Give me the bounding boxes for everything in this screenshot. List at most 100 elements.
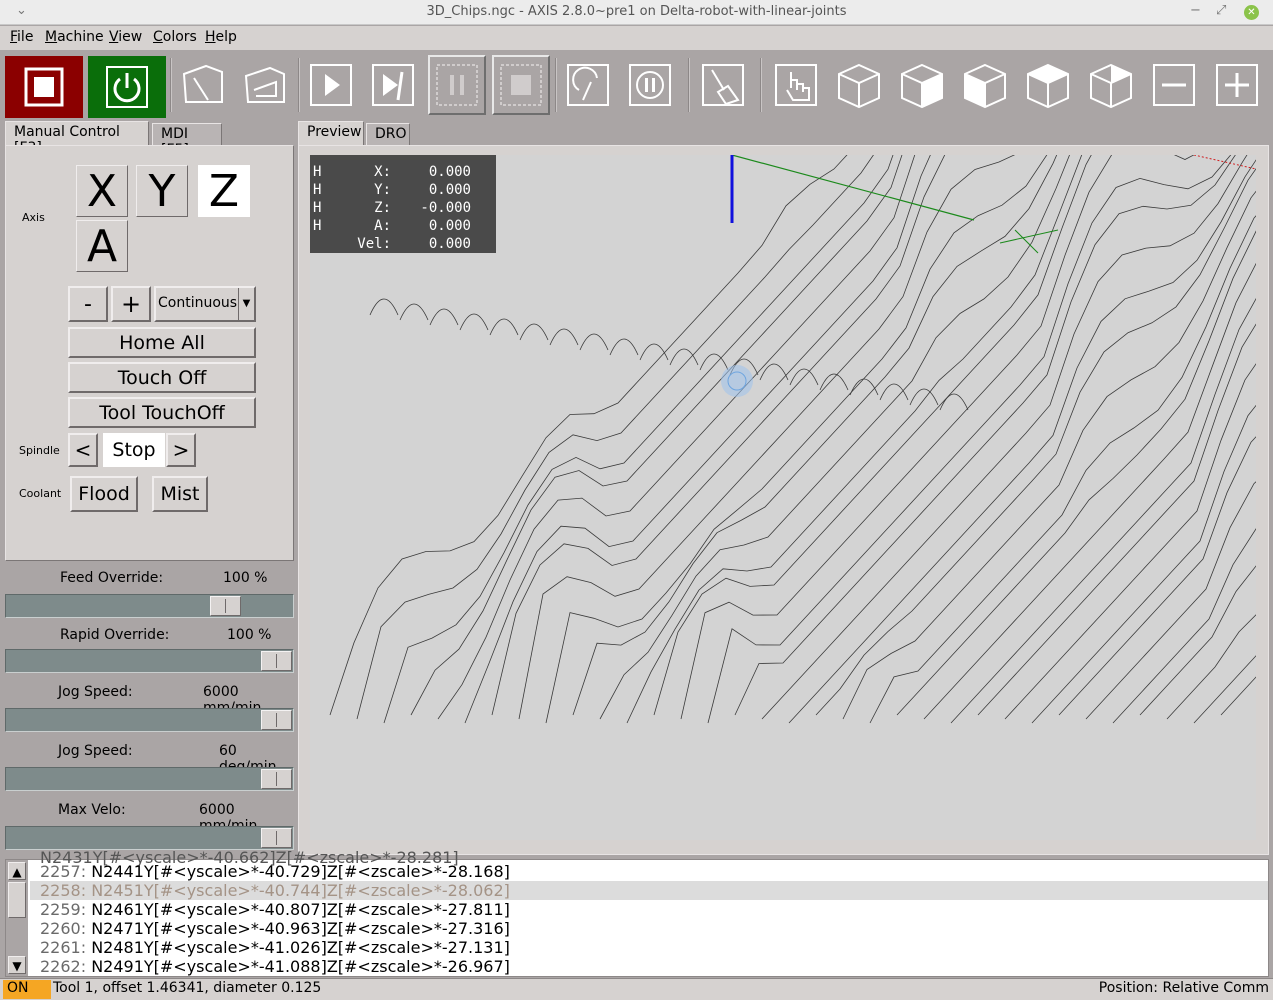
jog-increment-select[interactable]: Continuous ▼ <box>154 286 256 322</box>
jog-speed-linear-label: Jog Speed: <box>58 684 133 700</box>
menu-file[interactable]: File <box>10 29 33 45</box>
minimize-button[interactable]: − <box>1190 3 1201 18</box>
step-button[interactable] <box>364 55 422 115</box>
gcode-line[interactable]: 2262: N2491Y[#<yscale>*-41.088]Z[#<zscal… <box>30 957 1268 976</box>
toolpath-line <box>1031 404 1256 724</box>
max-velocity-slider[interactable] <box>5 826 294 850</box>
close-button[interactable]: ✕ <box>1244 5 1259 20</box>
toolpath-canvas[interactable]: H X: 0.000 H Y: 0.000 H Z: -0.000 H A: 0.000 Vel… <box>310 155 1256 840</box>
toolpath-arc <box>879 383 909 401</box>
max-velocity-handle[interactable] <box>261 828 292 848</box>
maximize-button[interactable]: ⤢ <box>1216 3 1226 18</box>
clear-plot-button[interactable] <box>694 55 752 115</box>
axis-label: Axis <box>22 211 45 224</box>
optional-pause-button[interactable] <box>621 55 679 115</box>
axis-y-button[interactable]: Y <box>136 165 188 217</box>
toolpath-arc <box>609 338 639 356</box>
chevron-down-icon[interactable]: ▼ <box>238 288 254 320</box>
gcode-listing[interactable]: ▲ ▼ N2431Y[#<yscale>*-40.662]Z[#<zscale>… <box>5 848 1269 977</box>
tab-mdi[interactable]: MDI [F5] <box>152 123 222 158</box>
window-titlebar: ⌄ 3D_Chips.ngc - AXIS 2.8.0~pre1 on Delt… <box>0 0 1273 25</box>
jog-speed-angular-handle[interactable] <box>261 769 292 789</box>
rapid-override-handle[interactable] <box>261 651 292 671</box>
toolpath-arc <box>849 378 879 396</box>
view-x-button[interactable] <box>956 55 1014 115</box>
jog-speed-angular-slider[interactable] <box>5 767 294 791</box>
tool-touch-off-button[interactable]: Tool TouchOff <box>68 397 256 428</box>
jog-speed-linear-slider[interactable] <box>5 708 294 732</box>
toolpath-line <box>464 155 931 724</box>
feed-override-value: 100 % <box>223 570 268 586</box>
spindle-ccw-button[interactable]: < <box>68 433 98 467</box>
pause-icon <box>436 64 478 106</box>
toolpath-arc <box>939 393 969 411</box>
view-y-icon <box>1027 63 1069 109</box>
run-button[interactable] <box>302 55 360 115</box>
stop-icon <box>500 64 542 106</box>
axis-x-button[interactable]: X <box>76 165 128 217</box>
menu-view[interactable]: View <box>109 29 142 45</box>
rapid-override-slider[interactable] <box>5 649 294 673</box>
view-rotated-z-button[interactable] <box>893 55 951 115</box>
gcode-line-current[interactable]: 2258: N2451Y[#<yscale>*-40.744]Z[#<zscal… <box>30 881 1268 900</box>
power-button[interactable] <box>88 56 166 118</box>
toolpath-arc <box>369 298 399 316</box>
toolpath-arc <box>489 318 519 336</box>
scroll-up-icon[interactable]: ▲ <box>8 862 26 880</box>
toolpath-arc <box>699 353 729 371</box>
view-y-button[interactable] <box>1019 55 1077 115</box>
pause-button[interactable] <box>428 55 486 115</box>
tab-dro[interactable]: DRO <box>366 123 410 146</box>
jog-speed-linear-handle[interactable] <box>261 710 292 730</box>
stop-button[interactable] <box>492 55 550 115</box>
view-perspective-button[interactable] <box>1082 55 1140 115</box>
run-from-line-icon <box>567 64 609 106</box>
reload-file-button[interactable] <box>236 55 294 115</box>
estop-button[interactable] <box>5 56 83 118</box>
feed-override-handle[interactable] <box>210 596 241 616</box>
toolpath-line <box>572 155 1058 716</box>
view-z-icon <box>838 63 880 109</box>
open-file-button[interactable] <box>174 55 232 115</box>
toolpath-line <box>950 298 1256 724</box>
touch-off-button[interactable] <box>767 55 825 115</box>
axis-z-button[interactable]: Z <box>198 165 250 217</box>
jog-minus-button[interactable]: - <box>68 286 108 322</box>
view-z-button[interactable] <box>830 55 888 115</box>
reload-file-icon <box>244 66 285 103</box>
tab-manual-control[interactable]: Manual Control [F3] <box>5 121 149 156</box>
gcode-line[interactable]: 2259: N2461Y[#<yscale>*-40.807]Z[#<zscal… <box>30 900 1268 919</box>
toolpath-line <box>869 215 1256 724</box>
power-icon <box>106 66 148 108</box>
tool-info: Tool 1, offset 1.46341, diameter 0.125 <box>53 980 322 996</box>
zoom-out-button[interactable] <box>1145 55 1203 115</box>
menu-colors[interactable]: Colors <box>153 29 197 45</box>
touch-off-manual-button[interactable]: Touch Off <box>68 362 256 393</box>
spindle-cw-button[interactable]: > <box>166 433 196 467</box>
axis-a-button[interactable]: A <box>76 220 128 272</box>
menu-machine[interactable]: Machine <box>45 29 104 45</box>
toolpath-arc <box>459 313 489 331</box>
home-all-button[interactable]: Home All <box>68 327 256 358</box>
scroll-down-icon[interactable]: ▼ <box>8 956 26 974</box>
step-icon <box>372 64 414 106</box>
feed-override-slider[interactable] <box>5 594 294 618</box>
run-from-line-button[interactable] <box>559 55 617 115</box>
flood-button[interactable]: Flood <box>70 476 138 512</box>
toolpath-arc <box>519 323 549 341</box>
spindle-label: Spindle <box>19 444 60 457</box>
jog-plus-button[interactable]: + <box>111 286 151 322</box>
scroll-thumb[interactable] <box>8 882 26 918</box>
toolpath-arc <box>639 343 669 361</box>
zoom-in-button[interactable] <box>1208 55 1266 115</box>
gcode-line[interactable]: 2257: N2441Y[#<yscale>*-40.729]Z[#<zscal… <box>30 862 1268 881</box>
tab-preview[interactable]: Preview <box>298 121 364 146</box>
mist-button[interactable]: Mist <box>152 476 208 512</box>
menu-help[interactable]: Help <box>205 29 237 45</box>
optional-pause-icon <box>629 64 671 106</box>
gcode-line[interactable]: 2261: N2481Y[#<yscale>*-41.026]Z[#<zscal… <box>30 938 1268 957</box>
spindle-stop-button[interactable]: Stop <box>103 433 165 467</box>
gcode-scrollbar[interactable]: ▲ ▼ <box>6 860 28 976</box>
gcode-line[interactable]: 2260: N2471Y[#<yscale>*-40.963]Z[#<zscal… <box>30 919 1268 938</box>
zoom-out-icon <box>1153 64 1195 106</box>
